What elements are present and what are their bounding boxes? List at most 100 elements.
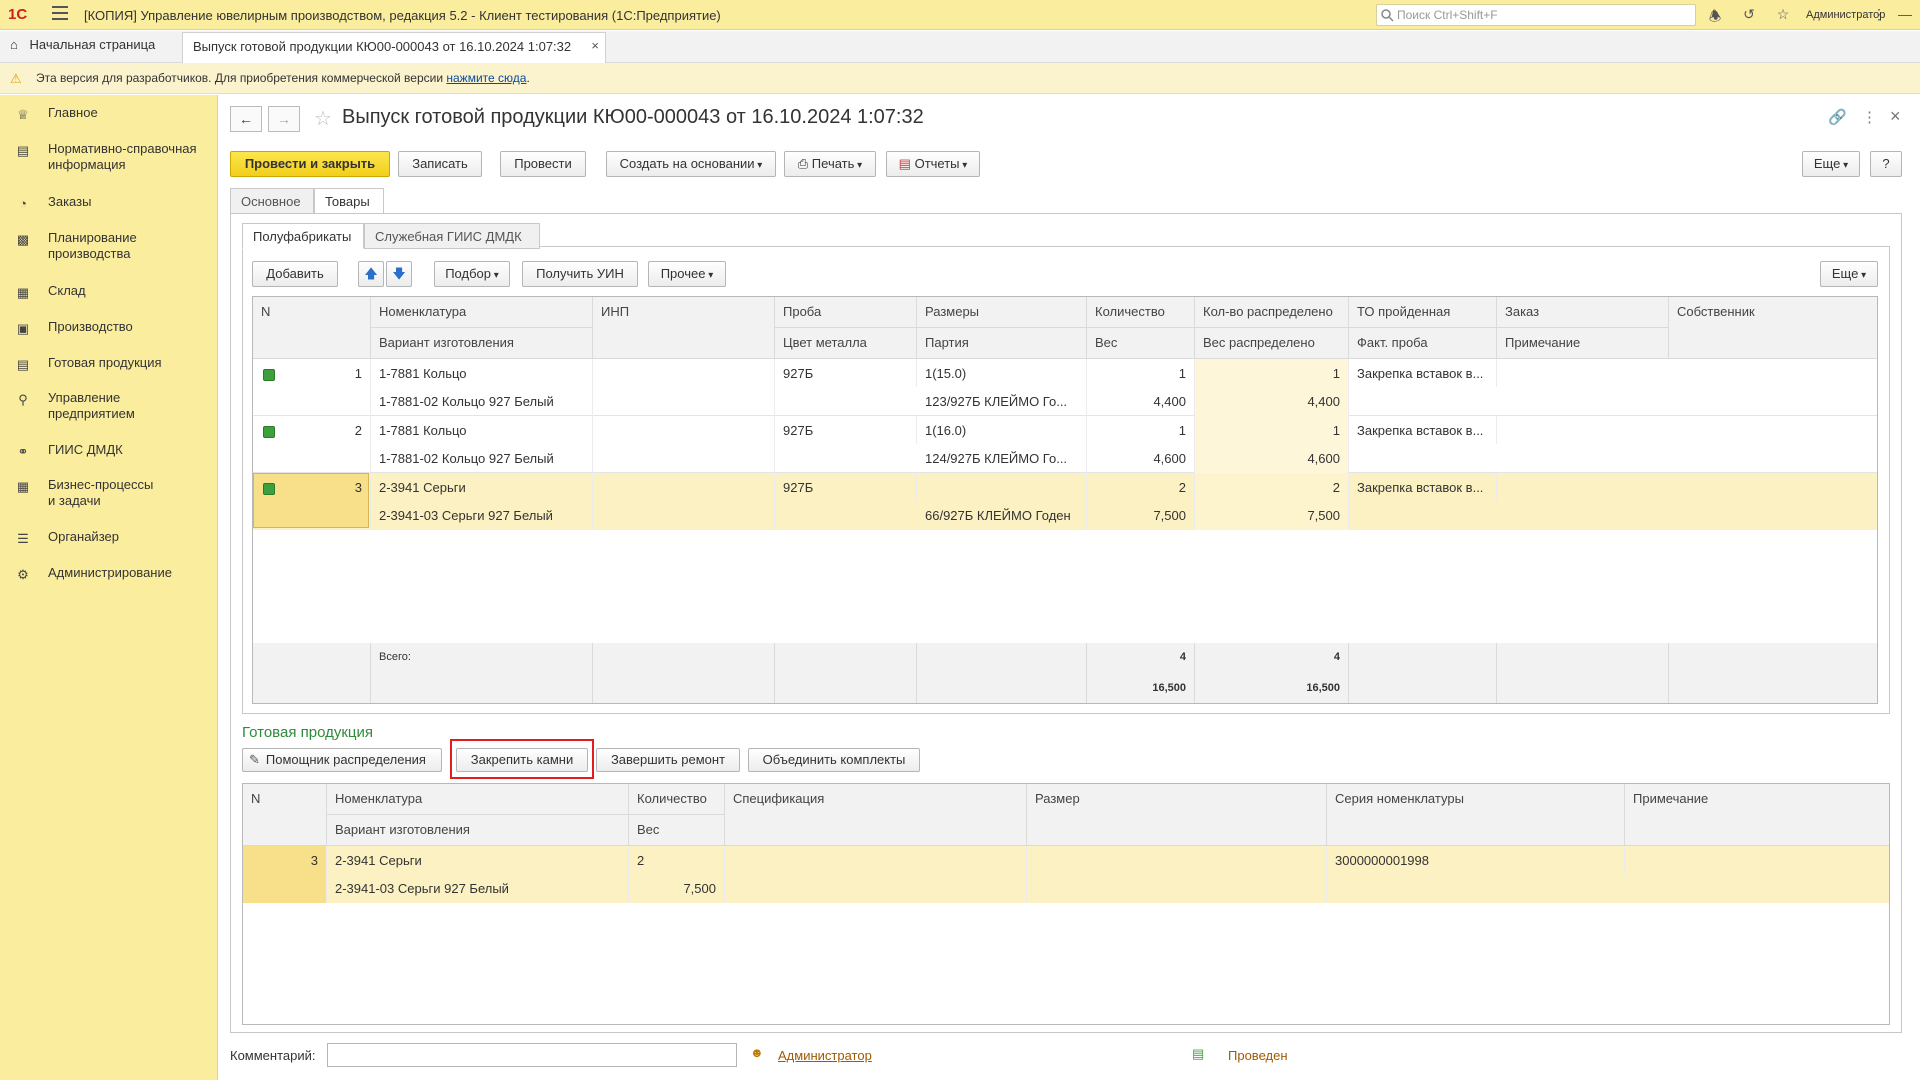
author-link[interactable]: Администратор xyxy=(778,1048,872,1063)
forward-button[interactable]: → xyxy=(268,106,300,132)
footer-blank xyxy=(1349,643,1497,703)
table-row[interactable]: 2 1-7881 Кольцо 1-7881-02 Кольцо 927 Бел… xyxy=(253,416,1877,473)
close-form-icon[interactable]: × xyxy=(1890,106,1901,127)
history-icon[interactable]: ↺ xyxy=(1740,6,1758,24)
back-button[interactable]: ← xyxy=(230,106,262,132)
hamburger-menu-icon[interactable] xyxy=(52,6,68,20)
sub-more-button[interactable]: Еще xyxy=(1820,261,1878,287)
sidebar-item-management[interactable]: ⚲ Управление предприятием xyxy=(0,390,218,422)
tab-goods[interactable]: Товары xyxy=(314,188,384,214)
tab-document[interactable]: Выпуск готовой продукции КЮ00-000043 от … xyxy=(182,32,606,63)
crown-icon: ♕ xyxy=(17,107,29,122)
notice-text: Эта версия для разработчиков. Для приобр… xyxy=(36,71,447,85)
sidebar-item-finished[interactable]: ▤ Готовая продукция xyxy=(0,355,218,372)
col-header-weight[interactable]: Вес xyxy=(629,815,725,846)
sidebar-item-admin[interactable]: ⚙ Администрирование xyxy=(0,565,218,582)
col-header-qty[interactable]: Количество xyxy=(629,784,725,815)
sidebar-item-warehouse[interactable]: ▦ Склад xyxy=(0,283,218,300)
sidebar-item-reference[interactable]: ▤ Нормативно-справочная информация xyxy=(0,141,218,173)
search-input[interactable]: Поиск Ctrl+Shift+F xyxy=(1376,4,1696,26)
print-button[interactable]: ⎙ Печать xyxy=(784,151,876,177)
close-icon[interactable]: × xyxy=(591,38,599,53)
add-button[interactable]: Добавить xyxy=(252,261,338,287)
col-header-weight[interactable]: Вес xyxy=(1087,328,1195,359)
move-up-button[interactable]: 🡅 xyxy=(358,261,384,287)
sidebar-item-main[interactable]: ♕ Главное xyxy=(0,105,218,122)
pie-icon: ◔ xyxy=(19,196,27,211)
sidebar-item-bp[interactable]: ▦ Бизнес-процессы и задачи xyxy=(0,477,218,509)
col-header-to[interactable]: ТО пройденная xyxy=(1349,297,1497,328)
cell-n: 3 xyxy=(243,846,327,903)
combine-sets-button[interactable]: Объединить комплекты xyxy=(748,748,920,772)
minimize-icon[interactable]: — xyxy=(1896,6,1914,24)
move-down-button[interactable]: 🡇 xyxy=(386,261,412,287)
notice-link[interactable]: нажмите сюда xyxy=(446,71,526,85)
col-header-fact-proba[interactable]: Факт. проба xyxy=(1349,328,1497,359)
col-header-variant[interactable]: Вариант изготовления xyxy=(327,815,629,846)
tab-semi-products[interactable]: Полуфабрикаты xyxy=(242,223,364,249)
tab-giis[interactable]: Служебная ГИИС ДМДК xyxy=(364,223,540,249)
favorite-star-icon[interactable]: ☆ xyxy=(314,106,332,131)
finish-repair-button[interactable]: Завершить ремонт xyxy=(596,748,740,772)
pick-button[interactable]: Подбор xyxy=(434,261,510,287)
cell-variant: 1-7881-02 Кольцо 927 Белый xyxy=(371,444,593,473)
col-header-metal-color[interactable]: Цвет металла xyxy=(775,328,917,359)
cell-party: 66/927Б КЛЕЙМО Годен xyxy=(917,501,1087,530)
col-header-weight-dist[interactable]: Вес распределено xyxy=(1195,328,1349,359)
col-header-note[interactable]: Примечание xyxy=(1625,784,1889,846)
col-header-party[interactable]: Партия xyxy=(917,328,1087,359)
link-copy-icon[interactable]: 🔗 xyxy=(1828,108,1847,126)
reports-button[interactable]: ▤ Отчеты xyxy=(886,151,980,177)
book-icon: ▤ xyxy=(16,143,30,158)
post-and-close-button[interactable]: Провести и закрыть xyxy=(230,151,390,177)
sidebar-item-giis[interactable]: ⚭ ГИИС ДМДК xyxy=(0,442,218,459)
col-header-note[interactable]: Примечание xyxy=(1497,328,1669,359)
more-vertical-icon[interactable]: ⋮ xyxy=(1862,108,1877,126)
create-based-on-button[interactable]: Создать на основании xyxy=(606,151,776,177)
cell-n: 2 xyxy=(253,416,371,473)
star-icon[interactable]: ☆ xyxy=(1774,6,1792,24)
get-uin-button[interactable]: Получить УИН xyxy=(522,261,638,287)
arrow-up-icon: 🡅 xyxy=(364,266,378,281)
more-vertical-icon[interactable]: ⋮ xyxy=(1870,6,1888,24)
cell-weight-dist: 7,500 xyxy=(1195,501,1349,530)
bell-icon[interactable]: 🕭 xyxy=(1706,6,1724,24)
col-header-inp[interactable]: ИНП xyxy=(593,297,775,359)
arrow-left-icon: ← xyxy=(239,111,253,127)
footer-blank xyxy=(253,643,371,703)
col-header-size[interactable]: Размер xyxy=(1027,784,1327,846)
col-header-variant[interactable]: Вариант изготовления xyxy=(371,328,593,359)
sidebar-item-production[interactable]: ▣ Производство xyxy=(0,319,218,336)
table-row[interactable]: 1 1-7881 Кольцо 1-7881-02 Кольцо 927 Бел… xyxy=(253,359,1877,416)
sidebar-item-orders[interactable]: ◔ Заказы xyxy=(0,194,218,211)
col-header-nomenclature[interactable]: Номенклатура xyxy=(371,297,593,328)
col-header-qty-dist[interactable]: Кол-во распределено xyxy=(1195,297,1349,328)
user-icon: ☻ xyxy=(750,1045,764,1060)
post-button[interactable]: Провести xyxy=(500,151,586,177)
more-button[interactable]: Еще xyxy=(1802,151,1860,177)
col-header-nomenclature[interactable]: Номенклатура xyxy=(327,784,629,815)
other-button[interactable]: Прочее xyxy=(648,261,726,287)
footer-blank xyxy=(593,643,775,703)
sidebar-item-organizer[interactable]: ☰ Органайзер xyxy=(0,529,218,546)
table-row-selected[interactable]: 3 2-3941 Серьги 2-3941-03 Серьги 927 Бел… xyxy=(243,846,1889,903)
col-header-series[interactable]: Серия номенклатуры xyxy=(1327,784,1625,846)
col-header-order[interactable]: Заказ xyxy=(1497,297,1669,328)
distribution-assistant-button[interactable]: ✎ Помощник распределения xyxy=(242,748,442,772)
sidebar-item-planning[interactable]: ▩ Планирование производства xyxy=(0,230,218,262)
col-header-n[interactable]: N xyxy=(253,297,371,359)
cell-variant: 2-3941-03 Серьги 927 Белый xyxy=(327,874,629,903)
tab-main[interactable]: Основное xyxy=(230,188,314,214)
col-header-proba[interactable]: Проба xyxy=(775,297,917,328)
help-button[interactable]: ? xyxy=(1870,151,1902,177)
col-header-n[interactable]: N xyxy=(243,784,327,846)
comment-input[interactable] xyxy=(327,1043,737,1067)
col-header-qty[interactable]: Количество xyxy=(1087,297,1195,328)
tab-home[interactable]: ⌂ Начальная страница xyxy=(0,31,165,62)
col-header-owner[interactable]: Собственник xyxy=(1669,297,1877,359)
col-header-spec[interactable]: Спецификация xyxy=(725,784,1027,846)
col-header-sizes[interactable]: Размеры xyxy=(917,297,1087,328)
save-button[interactable]: Записать xyxy=(398,151,482,177)
sidebar: ♕ Главное ▤ Нормативно-справочная информац… xyxy=(0,95,218,1080)
table-row-selected[interactable]: 3 2-3941 Серьги 2-3941-03 Серьги 927 Бел… xyxy=(253,473,1877,530)
